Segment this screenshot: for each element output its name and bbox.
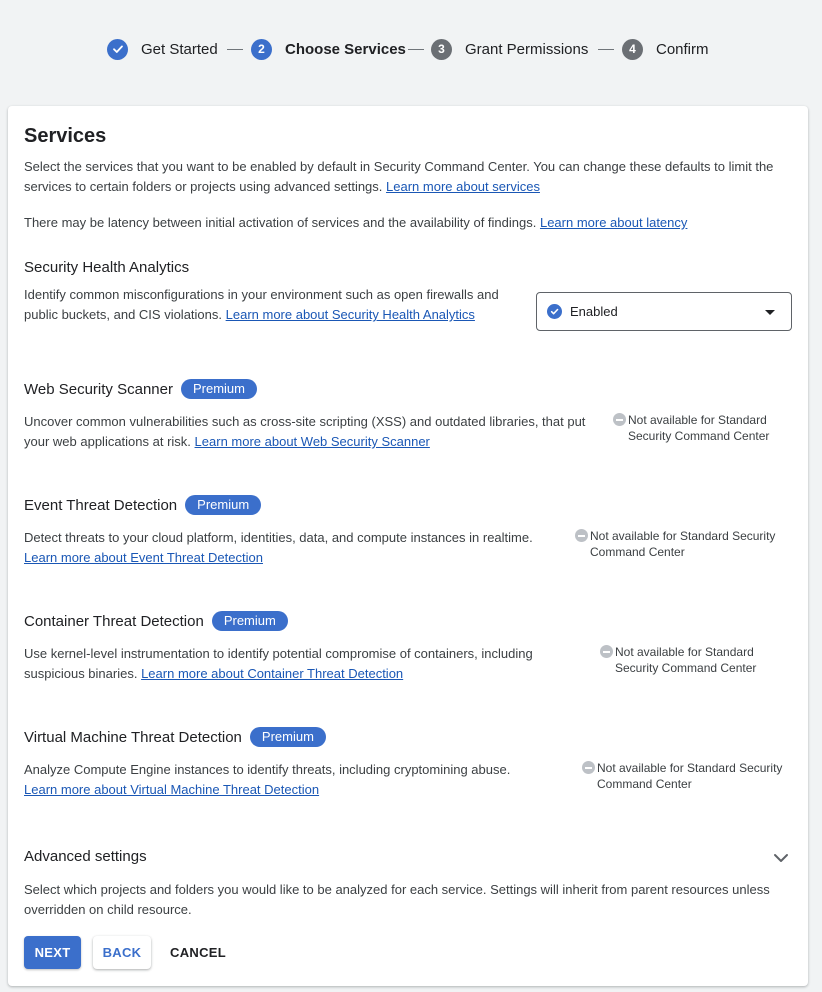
ctd-heading: Container Threat Detection Premium — [24, 611, 288, 631]
etd-title: Event Threat Detection — [24, 497, 178, 514]
premium-badge: Premium — [185, 495, 262, 515]
latency-text: There may be latency between initial act… — [24, 215, 537, 230]
cancel-button[interactable]: CANCEL — [166, 936, 230, 969]
wss-availability: Not available for Standard Security Comma… — [613, 412, 769, 444]
learn-more-sha-link[interactable]: Learn more about Security Health Analyti… — [226, 307, 475, 322]
learn-more-latency-link[interactable]: Learn more about latency — [540, 215, 687, 230]
latency-note: There may be latency between initial act… — [24, 213, 687, 233]
premium-badge: Premium — [180, 379, 257, 399]
back-button[interactable]: BACK — [93, 936, 151, 969]
na-line: Not available for Standard Security — [597, 761, 783, 775]
minus-circle-icon — [613, 413, 626, 426]
step-label: Get Started — [141, 40, 218, 58]
advanced-desc-line: Select which projects and folders you wo… — [24, 882, 770, 897]
step-label: Confirm — [656, 40, 709, 58]
step-divider — [408, 49, 424, 50]
wss-title: Web Security Scanner — [24, 381, 173, 398]
vmtd-description: Analyze Compute Engine instances to iden… — [24, 760, 584, 800]
page-title: Services — [24, 125, 107, 147]
learn-more-vmtd-link[interactable]: Learn more about Virtual Machine Threat … — [24, 782, 319, 797]
minus-circle-icon — [582, 761, 595, 774]
etd-desc-line: Detect threats to your cloud platform, i… — [24, 530, 533, 545]
step-get-started[interactable]: Get Started — [107, 38, 218, 60]
wss-heading: Web Security Scanner Premium — [24, 379, 257, 399]
vmtd-title: Virtual Machine Threat Detection — [24, 729, 242, 746]
etd-availability: Not available for Standard Security Comma… — [575, 528, 775, 560]
services-card: Services Select the services that you wa… — [8, 106, 808, 986]
services-intro: Select the services that you want to be … — [24, 157, 784, 197]
na-line: Security Command Center — [628, 429, 770, 443]
na-line: Not available for Standard — [628, 413, 767, 427]
sha-desc-line: public buckets, and CIS violations. — [24, 307, 222, 322]
vmtd-availability: Not available for Standard Security Comma… — [582, 760, 782, 792]
vmtd-heading: Virtual Machine Threat Detection Premium — [24, 727, 326, 747]
wss-desc-line: Uncover common vulnerabilities such as c… — [24, 414, 586, 429]
etd-heading: Event Threat Detection Premium — [24, 495, 262, 515]
chevron-down-icon[interactable] — [773, 850, 789, 868]
learn-more-wss-link[interactable]: Learn more about Web Security Scanner — [195, 434, 430, 449]
step-divider — [227, 49, 243, 50]
na-line: Not available for Standard Security — [590, 529, 776, 543]
learn-more-etd-link[interactable]: Learn more about Event Threat Detection — [24, 550, 263, 565]
sha-title: Security Health Analytics — [24, 259, 190, 276]
na-line: Command Center — [597, 777, 692, 791]
caret-down-icon — [765, 310, 775, 315]
learn-more-services-link[interactable]: Learn more about services — [386, 179, 540, 194]
ctd-desc-line: suspicious binaries. — [24, 666, 138, 681]
sha-status-value: Enabled — [570, 304, 618, 319]
vmtd-desc-line: Analyze Compute Engine instances to iden… — [24, 762, 511, 777]
na-line: Not available for Standard — [615, 645, 754, 659]
step-label: Choose Services — [285, 40, 406, 58]
wss-desc-line: your web applications at risk. — [24, 434, 191, 449]
ctd-desc-line: Use kernel-level instrumentation to iden… — [24, 646, 533, 661]
ctd-description: Use kernel-level instrumentation to iden… — [24, 644, 594, 684]
advanced-desc-line: overridden on child resource. — [24, 902, 192, 917]
step-number: 3 — [431, 38, 452, 60]
sha-status-select[interactable]: Enabled — [536, 292, 792, 331]
advanced-settings-title[interactable]: Advanced settings — [24, 848, 147, 865]
na-line: Security Command Center — [615, 661, 757, 675]
premium-badge: Premium — [211, 611, 288, 631]
step-choose-services[interactable]: 2 Choose Services — [251, 38, 406, 60]
step-label: Grant Permissions — [465, 40, 589, 58]
step-divider — [598, 49, 614, 50]
advanced-settings-description: Select which projects and folders you wo… — [24, 880, 794, 920]
na-line: Command Center — [590, 545, 685, 559]
ctd-title: Container Threat Detection — [24, 613, 204, 630]
minus-circle-icon — [600, 645, 613, 658]
step-number: 4 — [622, 38, 643, 60]
stepper: Get Started 2 Choose Services 3 Grant Pe… — [0, 0, 822, 100]
check-circle-icon — [107, 38, 128, 60]
sha-description: Identify common misconfigurations in you… — [24, 285, 524, 325]
ctd-availability: Not available for Standard Security Comma… — [600, 644, 756, 676]
minus-circle-icon — [575, 529, 588, 542]
etd-description: Detect threats to your cloud platform, i… — [24, 528, 574, 568]
wss-description: Uncover common vulnerabilities such as c… — [24, 412, 594, 452]
sha-desc-line: Identify common misconfigurations in you… — [24, 287, 499, 302]
step-number: 2 — [251, 38, 272, 60]
learn-more-ctd-link[interactable]: Learn more about Container Threat Detect… — [141, 666, 403, 681]
premium-badge: Premium — [249, 727, 326, 747]
check-circle-icon — [547, 304, 562, 319]
step-confirm[interactable]: 4 Confirm — [622, 38, 709, 60]
next-button[interactable]: NEXT — [24, 936, 81, 969]
step-grant-permissions[interactable]: 3 Grant Permissions — [431, 38, 588, 60]
